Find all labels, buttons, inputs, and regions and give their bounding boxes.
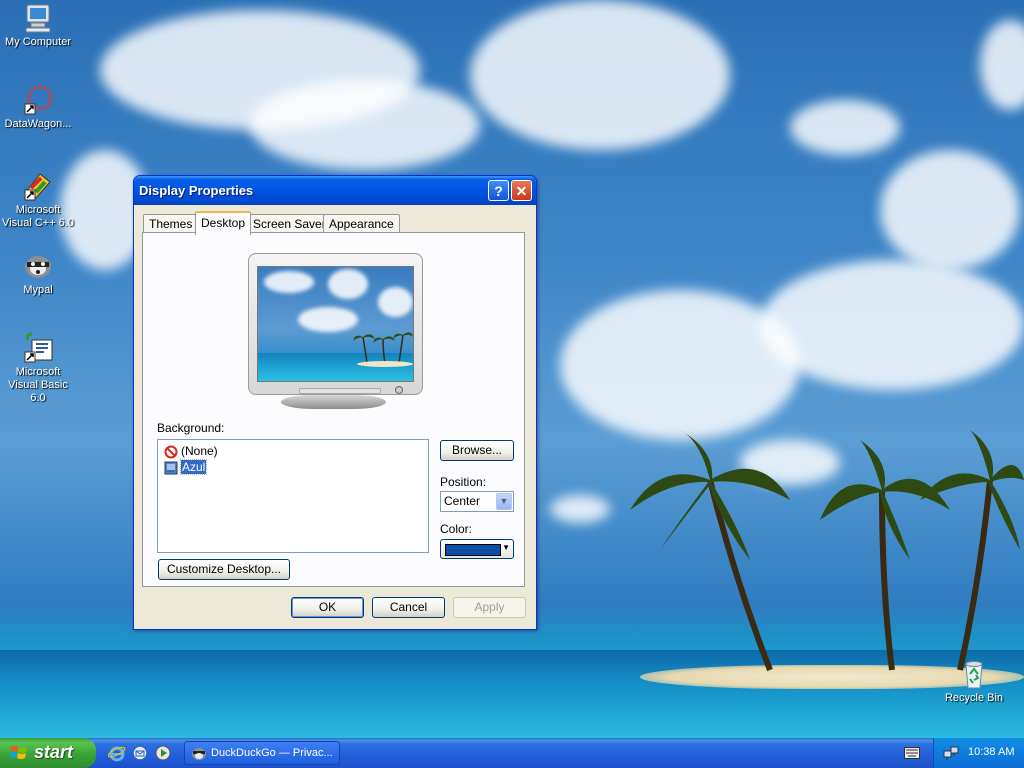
position-value: Center (444, 494, 481, 508)
desktop-icon-visual-cpp[interactable]: Microsoft Visual C++ 6.0 (0, 170, 76, 230)
color-label: Color: (440, 522, 473, 536)
visual-basic-icon (24, 332, 53, 363)
keyboard-icon[interactable] (904, 747, 920, 759)
list-item-label: (None) (181, 444, 218, 458)
monitor-stand (281, 395, 386, 409)
window-title: Display Properties (139, 183, 254, 198)
monitor-preview (248, 253, 423, 395)
background-list[interactable]: (None) Azul (157, 439, 429, 553)
desktop-icon-label: Microsoft Visual C++ 6.0 (2, 204, 74, 229)
desktop-icon-datawagon[interactable]: DataWagon... (0, 84, 76, 131)
desktop-icon-label: Recycle Bin (944, 692, 1004, 704)
tab-themes[interactable]: Themes (143, 214, 199, 233)
start-label: start (34, 742, 74, 762)
desktop-icon-recycle-bin[interactable]: Recycle Bin (936, 658, 1012, 705)
system-tray: 10:38 AM (933, 738, 1024, 768)
mypal-icon (192, 748, 206, 760)
taskbar: start DuckDuckGo — Privac... 10:38 AM (0, 738, 1024, 768)
list-item[interactable]: (None) (164, 443, 218, 459)
network-icon[interactable] (943, 745, 959, 761)
ok-button[interactable]: OK (291, 597, 364, 618)
desktop-icon-my-computer[interactable]: My Computer (0, 2, 76, 49)
power-light (395, 386, 403, 394)
taskbar-task-duckduckgo[interactable]: DuckDuckGo — Privac... (184, 741, 340, 765)
chevron-down-icon[interactable]: ▼ (496, 493, 512, 510)
close-button[interactable]: ✕ (511, 180, 532, 201)
cancel-button[interactable]: Cancel (372, 597, 445, 618)
desktop-icon-visual-basic[interactable]: Microsoft Visual Basic 6.0 (0, 332, 76, 405)
position-select[interactable]: Center ▼ (440, 491, 514, 512)
visual-cpp-icon (24, 173, 51, 201)
desktop-icon-label: My Computer (4, 36, 72, 48)
list-item[interactable]: Azul (164, 459, 208, 475)
outlook-express-icon[interactable] (131, 744, 149, 762)
color-picker-button[interactable]: ▼ (440, 539, 514, 559)
background-label: Background: (157, 421, 225, 435)
start-button[interactable]: start (0, 738, 96, 768)
list-item-label: Azul (179, 459, 208, 475)
position-label: Position: (440, 475, 487, 489)
computer-icon (25, 4, 51, 33)
tab-desktop[interactable]: Desktop (195, 211, 252, 235)
browse-button[interactable]: Browse... (440, 440, 514, 461)
desktop-icon-label: DataWagon... (4, 118, 72, 130)
desktop-tab-panel: Background: (None) Azul Browse... Positi… (142, 232, 525, 587)
tab-screen-saver[interactable]: Screen Saver (247, 214, 332, 233)
clock[interactable]: 10:38 AM (968, 746, 1014, 758)
datawagon-icon (24, 85, 53, 115)
wallpaper-preview (257, 266, 414, 382)
desktop-icon-label: Mypal (23, 284, 53, 296)
help-button[interactable]: ? (488, 180, 509, 201)
none-icon (164, 445, 178, 459)
color-swatch (445, 544, 501, 556)
image-file-icon (164, 461, 178, 475)
title-bar[interactable]: Display Properties ? ✕ (134, 176, 536, 205)
customize-desktop-button[interactable]: Customize Desktop... (158, 559, 290, 580)
dropdown-arrow-icon: ▼ (502, 543, 510, 552)
desktop-icon-mypal[interactable]: Mypal (0, 250, 76, 297)
task-label: DuckDuckGo — Privac... (211, 747, 333, 759)
media-player-icon[interactable] (154, 744, 172, 762)
display-properties-window: Display Properties ? ✕ Themes Desktop Sc… (133, 175, 537, 630)
palm-trees (630, 430, 1024, 672)
tab-appearance[interactable]: Appearance (323, 214, 400, 233)
internet-explorer-icon[interactable] (108, 744, 126, 762)
apply-button[interactable]: Apply (453, 597, 526, 618)
mypal-icon (25, 256, 51, 278)
windows-logo-icon (10, 746, 27, 759)
recycle-bin-icon (965, 661, 983, 689)
desktop-icon-label: Microsoft Visual Basic 6.0 (8, 366, 68, 404)
